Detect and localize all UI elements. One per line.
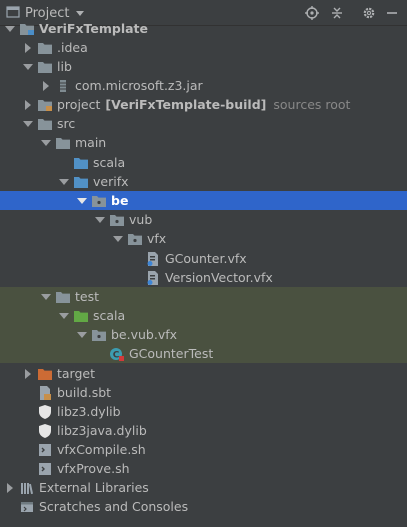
tree-row-verifxtemplate[interactable]: VeriFxTemplate [0, 19, 407, 38]
folder-icon [55, 133, 71, 152]
chevron-down-icon[interactable] [4, 19, 16, 38]
tree-row-label: vfxCompile.sh [57, 442, 146, 457]
tree-row-vfx[interactable]: vfx [0, 229, 407, 248]
chevron-down-icon[interactable] [22, 57, 34, 76]
tree-row-label: External Libraries [39, 480, 149, 495]
tree-row-gcounter-vfx[interactable]: GCounter.vfx [0, 249, 407, 268]
package-icon [127, 229, 143, 248]
tree-row-label: be.vub.vfx [111, 327, 178, 342]
folder-icon [37, 57, 53, 76]
tree-row-label: Scratches and Consoles [39, 499, 189, 514]
chevron-down-icon[interactable] [112, 229, 124, 248]
folder-role-hint: sources root [273, 97, 351, 112]
svg-text:C: C [113, 350, 120, 360]
tree-row-project[interactable]: project [VeriFxTemplate-build] sources roo… [0, 95, 407, 114]
tree-row-scala[interactable]: scala [0, 153, 407, 172]
tree-row-com-microsoft-z3-jar[interactable]: com.microsoft.z3.jar [0, 76, 407, 95]
folder-icon [55, 287, 71, 306]
tree-row-scratches-and-consoles[interactable]: Scratches and Consoles [0, 497, 407, 516]
tree-row-verifx[interactable]: verifx [0, 172, 407, 191]
tree-row-gcountertest[interactable]: C GCounterTest [0, 344, 407, 363]
tree-row-src[interactable]: src [0, 114, 407, 133]
tree-row-libz3java-dylib[interactable]: libz3java.dylib [0, 421, 407, 440]
tree-row-scala[interactable]: scala [0, 306, 407, 325]
tree-row-lib[interactable]: lib [0, 57, 407, 76]
tree-row-label: vfxProve.sh [57, 461, 130, 476]
chevron-down-icon[interactable] [40, 287, 52, 306]
tree-row-label: libz3.dylib [57, 404, 121, 419]
source-folder-icon [73, 153, 89, 172]
tree-row-versionvector-vfx[interactable]: VersionVector.vfx [0, 268, 407, 287]
tree-row--idea[interactable]: .idea [0, 38, 407, 57]
shell-script-icon [37, 459, 53, 478]
tree-row-label: vfx [147, 231, 167, 246]
scala-test-class-icon: C [109, 344, 125, 363]
tree-row-libz3-dylib[interactable]: libz3.dylib [0, 402, 407, 421]
tree-row-label: GCounterTest [129, 346, 214, 361]
tree-row-label: VeriFxTemplate [39, 21, 149, 36]
chevron-right-icon[interactable] [22, 364, 34, 383]
tree-row-label: src [57, 116, 76, 131]
folder-icon [37, 114, 53, 133]
chevron-down-icon[interactable] [94, 210, 106, 229]
module-name: [VeriFxTemplate-build] [105, 97, 267, 112]
tree-row-label: project [VeriFxTemplate-build] sources roo… [57, 97, 351, 112]
source-folder-icon [73, 172, 89, 191]
chevron-right-icon[interactable] [22, 95, 34, 114]
tree-row-label: VersionVector.vfx [165, 270, 273, 285]
tree-row-vfxcompile-sh[interactable]: vfxCompile.sh [0, 440, 407, 459]
dylib-shield-icon [37, 402, 53, 421]
vfx-file-icon [145, 268, 161, 287]
package-icon [91, 325, 107, 344]
tree-row-be-vub-vfx[interactable]: be.vub.vfx [0, 325, 407, 344]
chevron-down-icon[interactable] [58, 172, 70, 191]
chevron-down-icon[interactable] [40, 133, 52, 152]
tree-row-vfxprove-sh[interactable]: vfxProve.sh [0, 459, 407, 478]
tree-row-label: com.microsoft.z3.jar [75, 78, 203, 93]
tree-row-main[interactable]: main [0, 133, 407, 152]
folder-icon [37, 38, 53, 57]
tree-row-label: target [57, 366, 96, 381]
chevron-right-icon[interactable] [22, 38, 34, 57]
tree-row-label: scala [93, 308, 126, 323]
chevron-right-icon[interactable] [4, 478, 16, 497]
tree-row-label: lib [57, 59, 72, 74]
vfx-file-icon [145, 249, 161, 268]
tree-row-label: be [111, 193, 129, 208]
tree-row-label: test [75, 289, 100, 304]
sources-root-folder-icon [37, 95, 53, 114]
tree-row-be[interactable]: be [0, 191, 407, 210]
package-icon [91, 191, 107, 210]
tree-row-label: vub [129, 212, 153, 227]
excluded-folder-icon [37, 364, 53, 383]
tree-row-build-sbt[interactable]: build.sbt [0, 383, 407, 402]
tree-row-target[interactable]: target [0, 364, 407, 383]
tree-row-label: main [75, 135, 107, 150]
dylib-shield-icon [37, 421, 53, 440]
shell-script-icon [37, 440, 53, 459]
test-folder-icon [73, 306, 89, 325]
chevron-right-icon[interactable] [40, 76, 52, 95]
tree-row-external-libraries[interactable]: External Libraries [0, 478, 407, 497]
jar-icon [55, 76, 71, 95]
tree-row-label: build.sbt [57, 385, 112, 400]
chevron-down-icon[interactable] [22, 114, 34, 133]
tree-row-vub[interactable]: vub [0, 210, 407, 229]
scratches-icon [19, 497, 35, 516]
chevron-down-icon[interactable] [76, 191, 88, 210]
chevron-down-icon[interactable] [76, 325, 88, 344]
tree-row-label: scala [93, 155, 126, 170]
tree-row-label: GCounter.vfx [165, 251, 247, 266]
package-icon [109, 210, 125, 229]
tree-row-label: .idea [57, 40, 88, 55]
chevron-down-icon[interactable] [58, 306, 70, 325]
sbt-file-icon [37, 383, 53, 402]
chevron-down-icon [76, 10, 85, 16]
tree-row-label: verifx [93, 174, 129, 189]
project-tree: VeriFxTemplate .idea lib com.microsoft.z3.j… [0, 21, 407, 527]
tree-row-test[interactable]: test [0, 287, 407, 306]
tree-row-label: libz3java.dylib [57, 423, 147, 438]
external-libraries-icon [19, 478, 35, 497]
module-folder-icon [19, 19, 35, 38]
